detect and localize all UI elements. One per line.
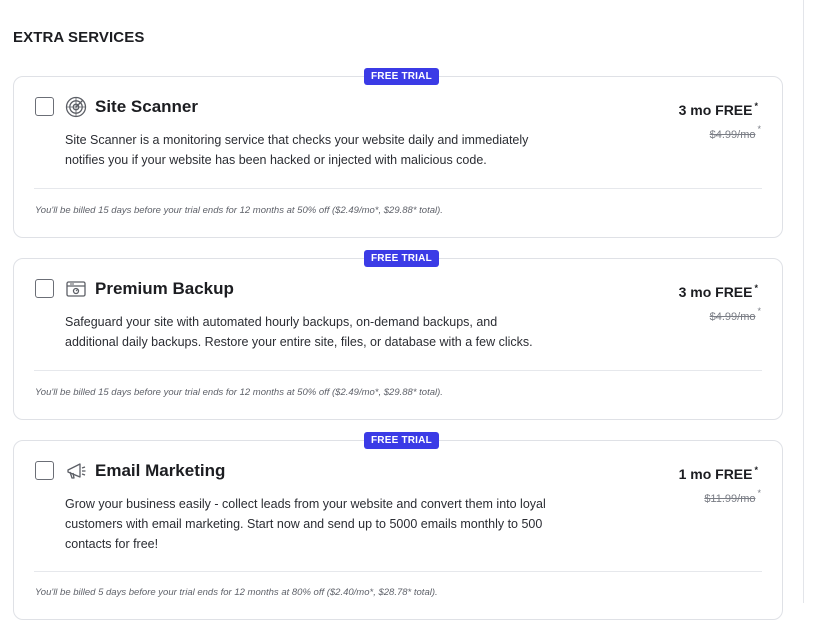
service-description: Site Scanner is a monitoring service tha… <box>65 133 529 167</box>
service-name: Site Scanner <box>95 97 198 116</box>
billing-note: You'll be billed 5 days before your tria… <box>35 587 438 598</box>
free-trial-badge: FREE TRIAL <box>364 250 439 267</box>
old-price-asterisk: * <box>757 306 761 316</box>
service-price: 3 mo FREE * <box>679 101 758 118</box>
card-divider <box>34 188 762 189</box>
backup-icon <box>65 278 87 300</box>
service-name: Email Marketing <box>95 461 226 480</box>
service-description: Grow your business easily - collect lead… <box>65 497 546 551</box>
price-asterisk: * <box>754 101 758 111</box>
price-text: 3 mo FREE <box>678 284 753 300</box>
service-name: Premium Backup <box>95 279 234 298</box>
radar-icon <box>65 96 87 118</box>
old-price-asterisk: * <box>757 124 761 134</box>
service-card-premium-backup: FREE TRIAL Premium Backup 3 mo FREE * $4.… <box>13 250 783 420</box>
billing-note: You'll be billed 15 days before your tri… <box>35 205 443 216</box>
card-divider <box>34 571 762 572</box>
old-price-text: $4.99/mo <box>709 311 756 323</box>
price-asterisk: * <box>754 465 758 475</box>
section-title: EXTRA SERVICES <box>13 29 145 46</box>
old-price-asterisk: * <box>757 488 761 498</box>
email-marketing-checkbox[interactable] <box>35 461 54 480</box>
service-card-email-marketing: FREE TRIAL Email Marketing 1 mo FREE * $1… <box>13 432 783 620</box>
old-price: $4.99/mo * <box>710 124 761 141</box>
service-description: Safeguard your site with automated hourl… <box>65 315 533 349</box>
card-divider <box>34 370 762 371</box>
free-trial-badge: FREE TRIAL <box>364 432 439 449</box>
site-scanner-checkbox[interactable] <box>35 97 54 116</box>
price-text: 1 mo FREE <box>678 466 753 482</box>
old-price: $11.99/mo * <box>704 488 761 505</box>
service-price: 3 mo FREE * <box>679 283 758 300</box>
megaphone-icon <box>65 460 87 482</box>
panel-divider <box>803 0 804 603</box>
price-asterisk: * <box>754 283 758 293</box>
billing-note: You'll be billed 15 days before your tri… <box>35 387 443 398</box>
free-trial-badge: FREE TRIAL <box>364 68 439 85</box>
premium-backup-checkbox[interactable] <box>35 279 54 298</box>
old-price: $4.99/mo * <box>710 306 761 323</box>
old-price-text: $11.99/mo <box>704 493 756 505</box>
price-text: 3 mo FREE <box>678 102 753 118</box>
old-price-text: $4.99/mo <box>709 129 756 141</box>
service-price: 1 mo FREE * <box>679 465 758 482</box>
service-card-site-scanner: FREE TRIAL Site Scanner 3 mo FREE * $4.99… <box>13 68 783 238</box>
